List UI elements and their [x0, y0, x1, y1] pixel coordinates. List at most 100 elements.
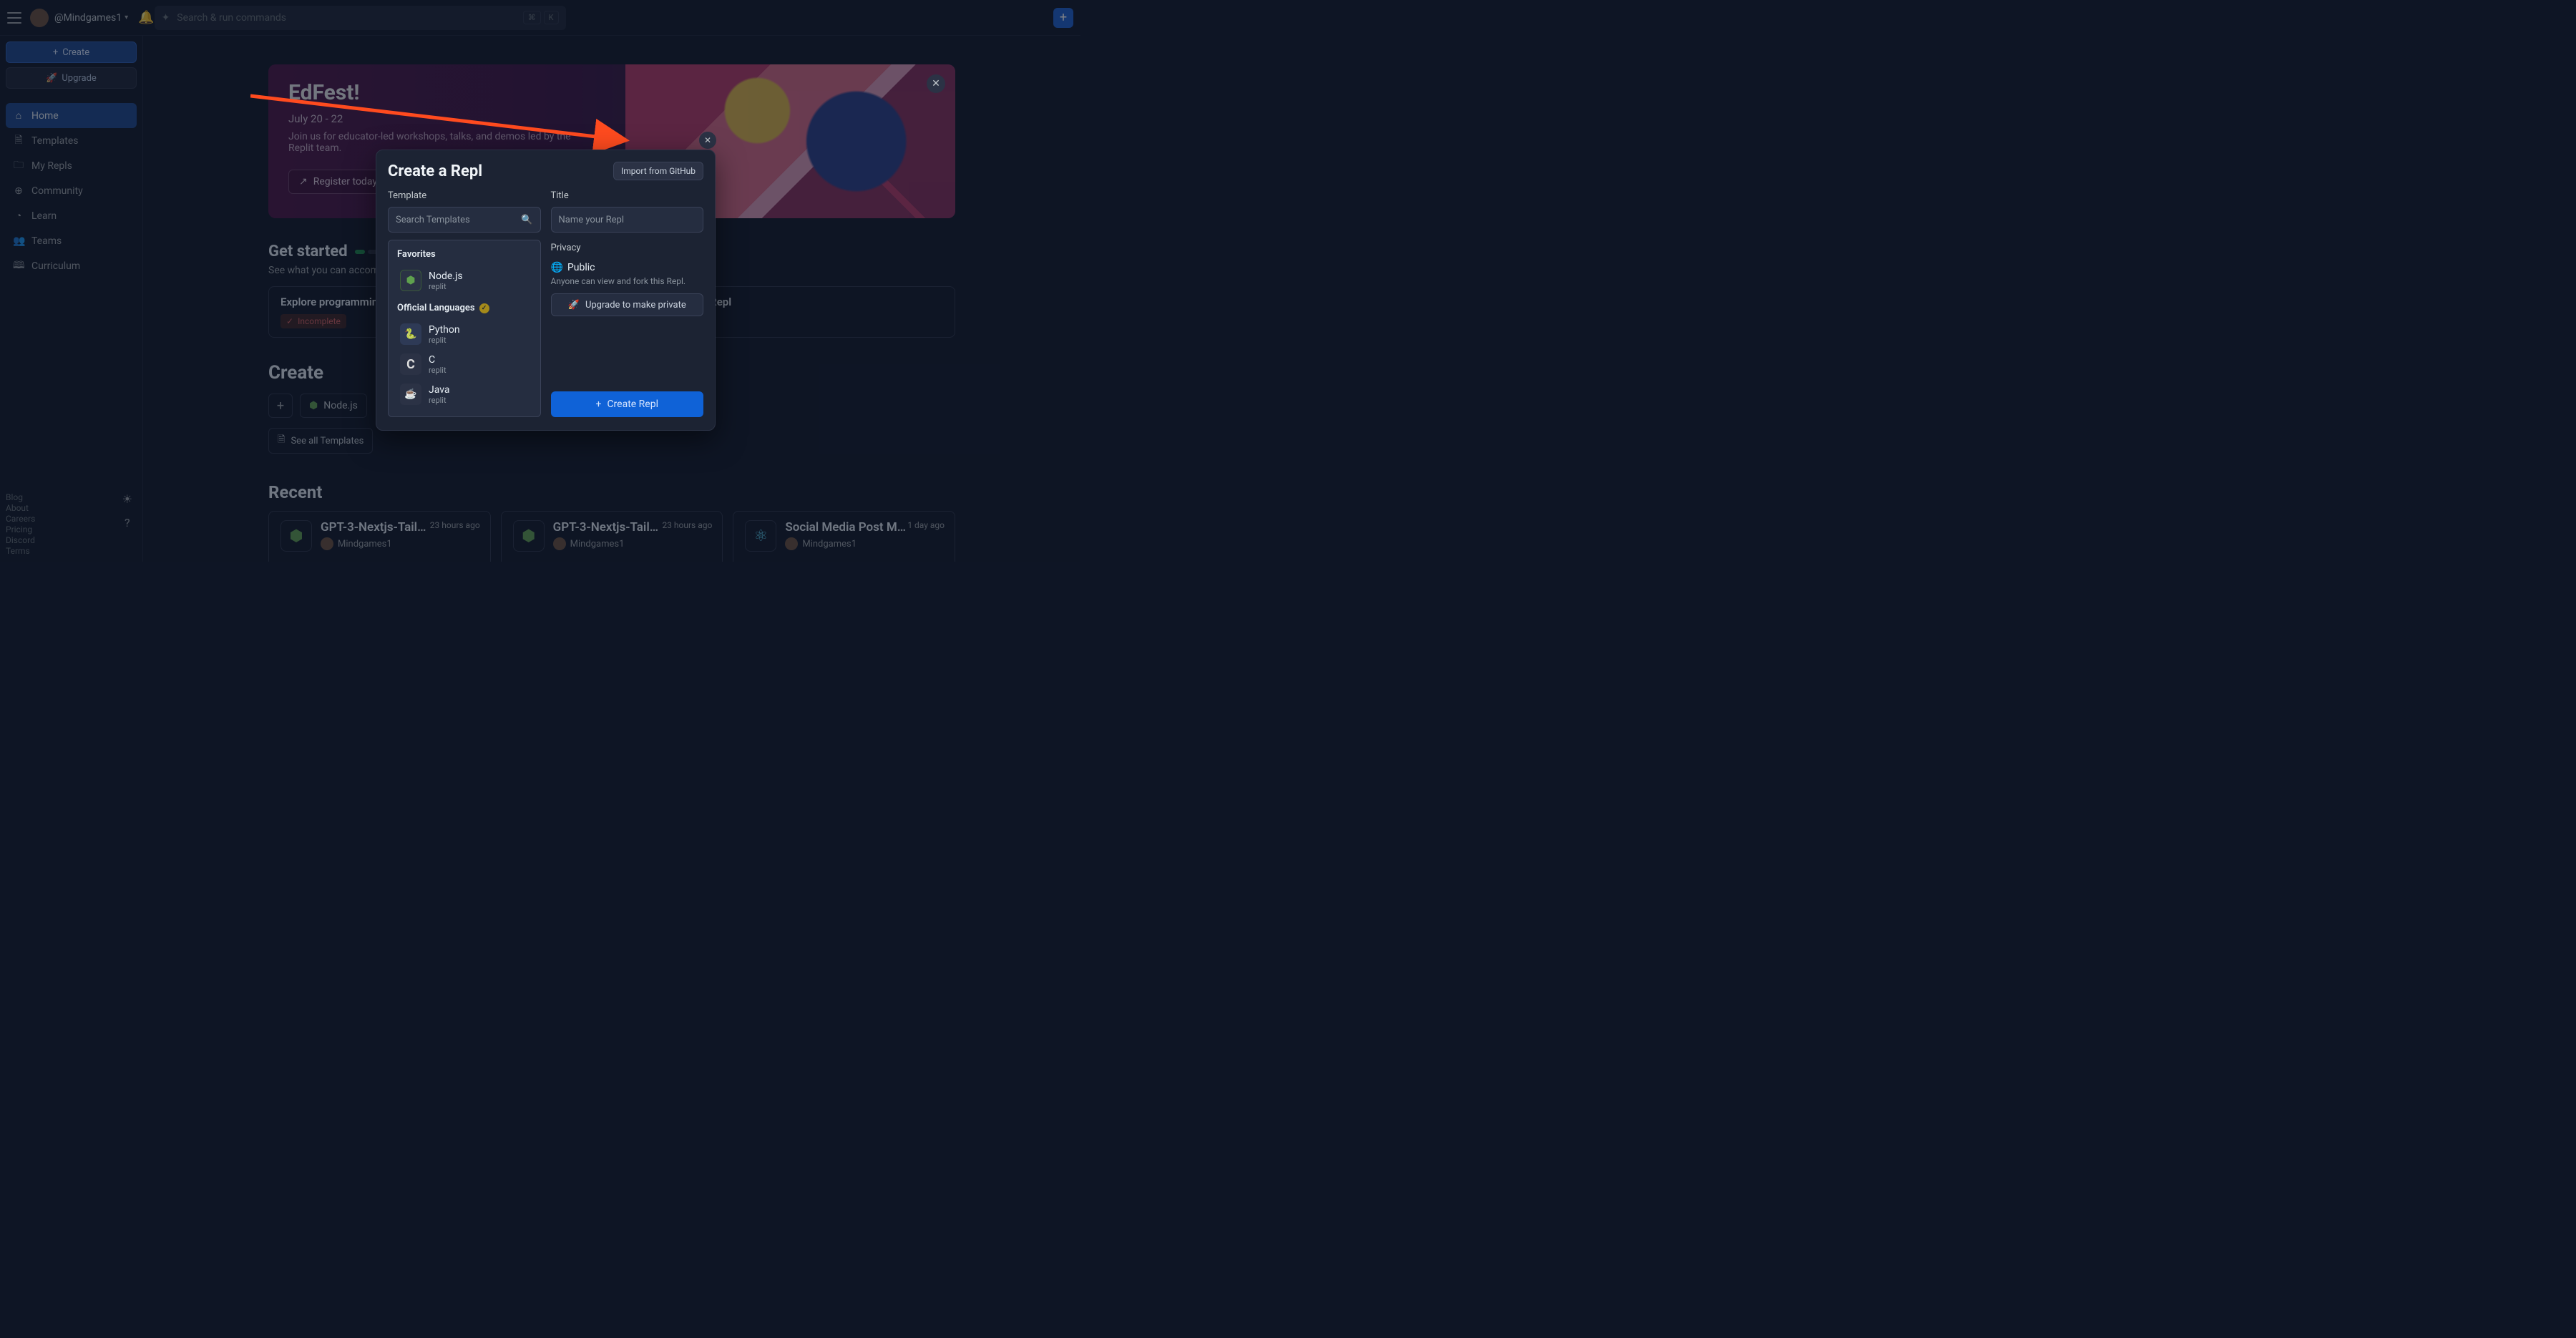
sidebar-item-my-repls[interactable]: 🗀My Repls [6, 153, 137, 178]
upgrade-label: Upgrade [62, 73, 96, 84]
official-header-label: Official Languages [397, 303, 475, 313]
plus-icon: + [53, 47, 58, 58]
recent-author: Mindgames1 [570, 539, 625, 550]
template-c[interactable]: CCreplit [396, 349, 533, 379]
see-all-label: See all Templates [291, 436, 364, 446]
nav-icon: 👥 [13, 235, 24, 247]
template-label: Template [388, 190, 541, 201]
add-template-button[interactable]: + [268, 394, 293, 418]
recent-title: Recent [268, 482, 955, 502]
nav-icon: 🗎 [13, 132, 24, 150]
template-name: Java [429, 384, 450, 396]
nav-label: Community [31, 185, 83, 197]
recent-time: 1 day ago [907, 520, 945, 530]
plus-icon: + [595, 399, 601, 410]
check-icon: ✓ [286, 316, 293, 326]
footer-link-careers[interactable]: Careers [6, 514, 35, 524]
nav-label: Templates [31, 135, 79, 147]
recent-card[interactable]: 23 hours ago ⬢ GPT-3-Nextjs-Tail… Mindgames… [268, 511, 491, 562]
external-link-icon: ↗ [299, 176, 308, 187]
bell-icon[interactable]: 🔔 [138, 10, 154, 25]
sidebar-item-learn[interactable]: ◔ Learn [6, 203, 137, 228]
template-chip-nodejs[interactable]: ⬢ Node.js [300, 394, 367, 418]
sidebar-item-community[interactable]: ⊕ Community [6, 178, 137, 203]
search-bar[interactable]: ✦ Search & run commands ⌘ K [155, 6, 566, 30]
rocket-icon: 🚀 [568, 300, 580, 311]
create-button[interactable]: + Create [6, 41, 137, 63]
template-name: Node.js [429, 270, 463, 282]
search-icon: 🔍 [521, 215, 532, 225]
create-repl-modal: Create a Repl Import from GitHub Templat… [376, 150, 716, 431]
create-repl-button[interactable]: + Create Repl [551, 391, 704, 417]
create-label: Create [62, 47, 89, 58]
template-name: C [429, 354, 447, 366]
globe-icon: 🌐 [551, 262, 563, 273]
new-button[interactable]: + [1053, 8, 1073, 28]
template-search-input[interactable]: Search Templates 🔍 [388, 207, 541, 233]
recent-time: 23 hours ago [430, 520, 480, 530]
recent-name: Social Media Post M… [785, 520, 906, 534]
theme-icon[interactable]: ☀ [122, 492, 132, 506]
nav-icon: ⌂ [13, 109, 24, 122]
username[interactable]: @Mindgames1 [54, 12, 122, 24]
c-icon: C [400, 353, 421, 375]
modal-title: Create a Repl [388, 162, 482, 180]
footer-link-terms[interactable]: Terms [6, 546, 35, 556]
recent-card[interactable]: 23 hours ago⬢GPT-3-Nextjs-Tail…Mindgames… [501, 511, 723, 562]
sidebar-item-templates[interactable]: 🗎 Templates [6, 128, 137, 153]
hamburger-icon[interactable] [7, 12, 21, 24]
templates-icon: 🗎 [278, 433, 285, 449]
privacy-value-label: Public [567, 262, 595, 273]
footer-links: BlogAboutCareersPricingDiscordTerms [6, 492, 35, 556]
template-author: replit [429, 282, 463, 291]
template-node-js[interactable]: ⬢Node.jsreplit [396, 265, 533, 296]
template-search-placeholder: Search Templates [396, 215, 470, 225]
footer-link-blog[interactable]: Blog [6, 492, 35, 502]
nav-icon: ◔ [13, 210, 24, 222]
avatar [785, 537, 798, 550]
see-all-templates-button[interactable]: 🗎 See all Templates [268, 428, 373, 454]
java-icon: ☕ [400, 384, 421, 405]
help-icon[interactable]: ? [125, 516, 130, 529]
react-icon: ⚛ [745, 520, 776, 552]
node-icon: ⬢ [280, 520, 312, 552]
recent-author: Mindgames1 [338, 539, 392, 550]
import-github-button[interactable]: Import from GitHub [613, 162, 703, 180]
verified-badge-icon: ✓ [479, 303, 489, 313]
template-panel: Favorites ⬢Node.jsreplit Official Langua… [388, 240, 541, 417]
avatar [553, 537, 566, 550]
footer-link-pricing[interactable]: Pricing [6, 524, 35, 534]
sidebar-item-teams[interactable]: 👥 Teams [6, 228, 137, 253]
template-python[interactable]: 🐍Pythonreplit [396, 319, 533, 349]
footer-link-about[interactable]: About [6, 503, 35, 513]
hint-close-button[interactable]: ✕ [699, 132, 716, 149]
nodejs-icon: ⬢ [309, 400, 318, 411]
footer-link-discord[interactable]: Discord [6, 535, 35, 545]
official-header: Official Languages ✓ [397, 303, 533, 313]
upgrade-button[interactable]: 🚀 Upgrade [6, 67, 137, 89]
nav-icon: ⊕ [13, 185, 24, 197]
recent-time: 23 hours ago [662, 520, 712, 530]
recent-name: GPT-3-Nextjs-Tail… [321, 520, 426, 534]
sidebar-item-home[interactable]: ⌂Home [6, 103, 137, 128]
chevron-down-icon[interactable]: ▾ [125, 14, 128, 21]
topbar: @Mindgames1 ▾ 🔔 ✦ Search & run commands … [0, 0, 1080, 36]
repl-title-input[interactable]: Name your Repl [551, 207, 704, 233]
upgrade-private-button[interactable]: 🚀 Upgrade to make private [551, 293, 704, 316]
banner-close-button[interactable]: ✕ [927, 74, 945, 93]
register-button[interactable]: ↗ Register today [288, 170, 388, 194]
sidebar-item-curriculum[interactable]: 🕮Curriculum [6, 253, 137, 278]
recent-card[interactable]: 1 day ago⚛Social Media Post M…Mindgames1… [733, 511, 955, 562]
template-java[interactable]: ☕ Javareplit [396, 379, 533, 409]
template-author: replit [429, 396, 450, 405]
nav-label: Learn [31, 210, 57, 222]
create-repl-label: Create Repl [607, 399, 658, 410]
avatar [321, 537, 333, 550]
kbd-cmd: ⌘ [523, 11, 541, 24]
template-author: replit [429, 366, 447, 375]
nav-label: Curriculum [31, 260, 80, 272]
privacy-value: 🌐 Public [551, 262, 704, 273]
nav-label: Teams [31, 235, 62, 247]
avatar[interactable] [30, 9, 49, 27]
kbd-k: K [544, 11, 559, 24]
